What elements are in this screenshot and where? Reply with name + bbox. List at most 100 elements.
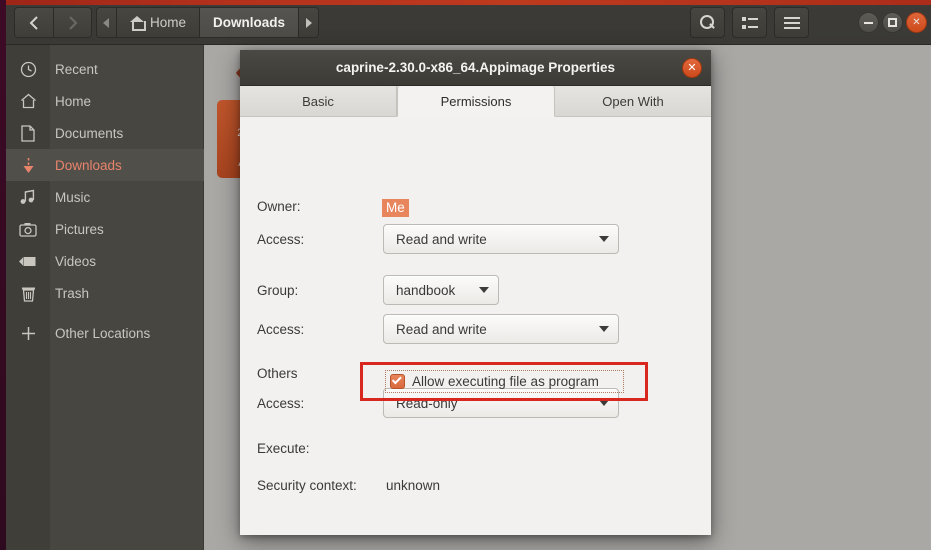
- owner-access-label: Access:: [257, 232, 305, 247]
- sidebar-item-documents[interactable]: Documents: [6, 117, 204, 149]
- sidebar-item-home[interactable]: Home: [6, 85, 204, 117]
- maximize-button[interactable]: [882, 12, 903, 33]
- search-button[interactable]: [690, 7, 725, 38]
- sidebar-item-trash[interactable]: Trash: [6, 277, 204, 309]
- triangle-right-icon: [306, 17, 313, 28]
- sidebar: Recent Home Documents Downloads Music Pi…: [6, 45, 204, 550]
- security-context-label: Security context:: [257, 478, 357, 493]
- group-access-dropdown[interactable]: Read and write: [383, 314, 619, 344]
- sidebar-item-downloads[interactable]: Downloads: [6, 149, 204, 181]
- triangle-left-icon: [103, 17, 109, 28]
- header-toolbar: [690, 7, 809, 38]
- group-label-row: Group:: [257, 283, 298, 298]
- security-context-value: unknown: [386, 478, 441, 493]
- owner-label: Owner:: [257, 199, 301, 214]
- close-icon: ✕: [687, 61, 697, 74]
- dialog-close-button[interactable]: ✕: [682, 58, 702, 78]
- group-access-label: Access:: [257, 322, 305, 337]
- breadcrumb-item-home[interactable]: Home: [117, 8, 201, 37]
- breadcrumb-label: Home: [150, 15, 187, 30]
- hamburger-menu-icon: [783, 16, 800, 29]
- group-label: Group:: [257, 283, 299, 298]
- owner-access-dropdown[interactable]: Read and write: [383, 224, 619, 254]
- download-icon: [6, 157, 50, 174]
- owner-access-label-row: Access:: [257, 232, 304, 247]
- search-icon: [700, 15, 715, 30]
- sidebar-item-label: Other Locations: [55, 325, 151, 341]
- camera-icon: [6, 222, 50, 237]
- video-icon: [6, 255, 50, 268]
- dialog-title: caprine-2.30.0-x86_64.Appimage Propertie…: [335, 60, 616, 75]
- group-dropdown[interactable]: handbook: [383, 275, 499, 305]
- sidebar-item-label: Recent: [55, 61, 98, 77]
- group-access-label-row: Access:: [257, 322, 304, 337]
- list-view-icon: [741, 16, 758, 29]
- tab-label: Open With: [602, 93, 664, 109]
- others-access-label-row: Access:: [257, 396, 304, 411]
- properties-dialog: caprine-2.30.0-x86_64.Appimage Propertie…: [240, 50, 711, 535]
- breadcrumb-label: Downloads: [213, 15, 286, 30]
- sidebar-item-label: Pictures: [55, 221, 104, 237]
- trash-icon: [6, 285, 50, 302]
- chevron-down-icon: [479, 287, 489, 293]
- sidebar-item-music[interactable]: Music: [6, 181, 204, 213]
- others-label-row: Others: [257, 366, 298, 381]
- execute-label-row: Execute:: [257, 441, 310, 456]
- tab-permissions[interactable]: Permissions: [397, 86, 555, 117]
- group-access-value: Read and write: [396, 321, 487, 337]
- chevron-down-icon: [599, 236, 609, 242]
- owner-access-value: Read and write: [396, 231, 487, 247]
- close-icon: ✕: [912, 16, 921, 28]
- main-menu-button[interactable]: [774, 7, 809, 38]
- maximize-icon: [888, 18, 897, 27]
- others-access-label: Access:: [257, 396, 305, 411]
- sidebar-item-label: Downloads: [55, 157, 122, 173]
- group-value: handbook: [396, 282, 456, 298]
- sidebar-item-videos[interactable]: Videos: [6, 245, 204, 277]
- sidebar-item-label: Documents: [55, 125, 124, 141]
- owner-value-row[interactable]: Me: [382, 199, 409, 217]
- sidebar-list: Recent Home Documents Downloads Music Pi…: [6, 53, 204, 349]
- execute-label: Execute:: [257, 441, 310, 456]
- sidebar-item-label: Trash: [55, 285, 90, 301]
- chevron-right-icon: [69, 15, 78, 30]
- view-options-button[interactable]: [732, 7, 767, 38]
- sidebar-item-label: Videos: [55, 253, 97, 269]
- sidebar-item-recent[interactable]: Recent: [6, 53, 204, 85]
- home-icon: [130, 16, 146, 31]
- security-context-label-row: Security context:: [257, 478, 357, 493]
- dialog-body: Owner: Me Access: Read and write Group: …: [240, 117, 711, 535]
- breadcrumb-scroll-right[interactable]: [299, 8, 319, 37]
- security-context-value-row: unknown: [386, 478, 440, 493]
- tab-basic[interactable]: Basic: [240, 86, 397, 116]
- tab-label: Permissions: [440, 93, 512, 109]
- dialog-title-bar: caprine-2.30.0-x86_64.Appimage Propertie…: [240, 50, 711, 86]
- music-icon: [6, 189, 50, 205]
- sidebar-item-label: Home: [55, 93, 92, 109]
- sidebar-item-label: Music: [55, 189, 91, 205]
- tab-label: Basic: [302, 93, 334, 109]
- minimize-icon: [864, 21, 873, 24]
- clock-icon: [6, 61, 50, 78]
- close-window-button[interactable]: ✕: [906, 12, 927, 33]
- chevron-left-icon: [29, 15, 38, 30]
- navigation-button-group: [14, 7, 92, 38]
- breadcrumb-scroll-left[interactable]: [97, 8, 117, 37]
- highlight-annotation-box: [360, 362, 648, 401]
- breadcrumb: Home Downloads: [96, 7, 320, 38]
- document-icon: [6, 124, 50, 142]
- dialog-tab-bar: Basic Permissions Open With: [240, 86, 711, 117]
- sidebar-item-other-locations[interactable]: Other Locations: [6, 317, 204, 349]
- home-icon: [6, 93, 50, 109]
- window-controls: ✕: [858, 12, 927, 33]
- tab-open-with[interactable]: Open With: [555, 86, 711, 116]
- minimize-button[interactable]: [858, 12, 879, 33]
- breadcrumb-item-downloads[interactable]: Downloads: [200, 8, 300, 37]
- screen-root: Home Downloads ✕ Recent Home Documents D…: [0, 0, 931, 550]
- plus-icon: [6, 326, 50, 341]
- owner-label-row: Owner:: [257, 199, 301, 214]
- chevron-down-icon: [599, 326, 609, 332]
- back-button[interactable]: [15, 8, 53, 37]
- forward-button[interactable]: [53, 8, 91, 37]
- sidebar-item-pictures[interactable]: Pictures: [6, 213, 204, 245]
